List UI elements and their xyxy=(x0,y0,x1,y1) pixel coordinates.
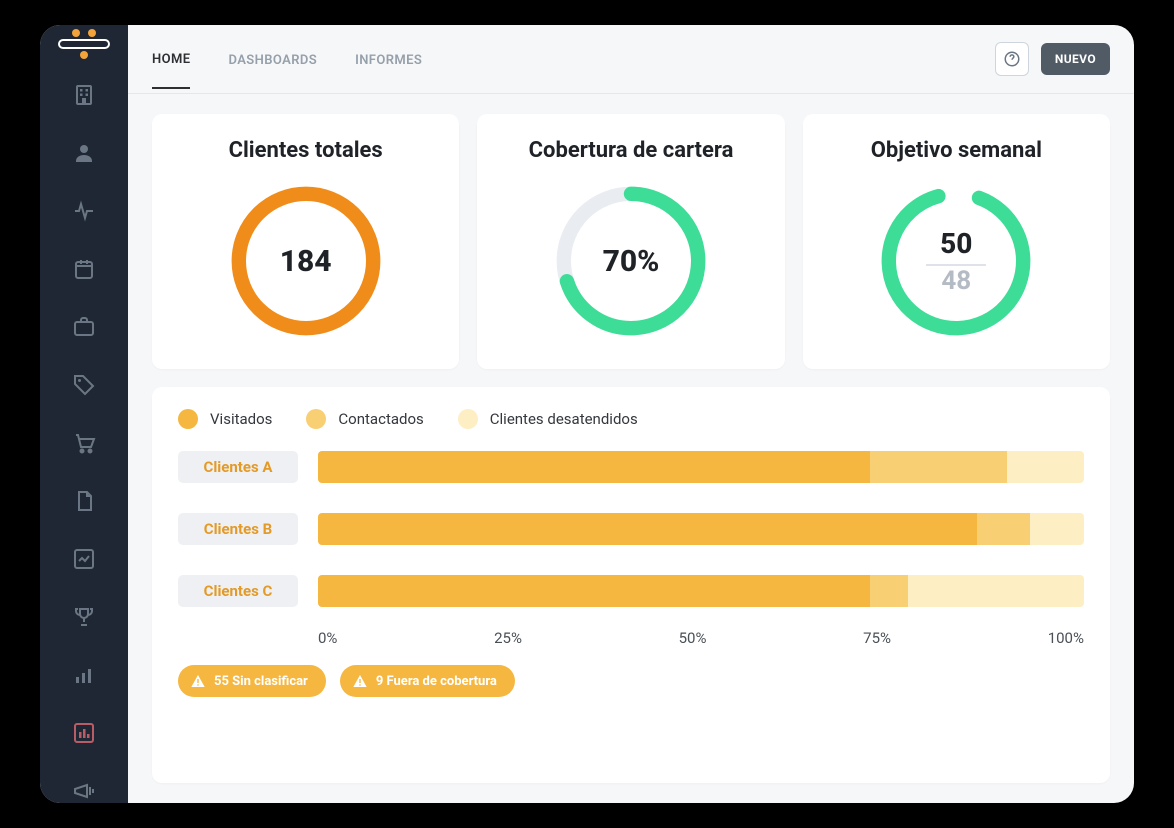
help-button[interactable] xyxy=(995,42,1029,76)
chip-label: 9 Fuera de cobertura xyxy=(376,674,497,689)
card-objetivo: Objetivo semanal 50 48 xyxy=(803,114,1110,369)
axis-tick: 0% xyxy=(318,629,337,647)
chip-sin-clasificar[interactable]: 55 Sin clasificar xyxy=(178,665,326,697)
axis-tick: 25% xyxy=(494,629,522,647)
bar-label: Clientes A xyxy=(178,451,298,483)
document-icon[interactable] xyxy=(72,489,96,513)
app-frame: HOME DASHBOARDS INFORMES NUEVO Clientes … xyxy=(40,25,1134,803)
bar-segment xyxy=(318,513,977,545)
legend-visitados: Visitados xyxy=(178,409,272,429)
cart-icon[interactable] xyxy=(72,431,96,455)
activity-icon[interactable] xyxy=(72,199,96,223)
bar-segment xyxy=(977,513,1031,545)
bar-track xyxy=(318,575,1084,607)
tag-icon[interactable] xyxy=(72,373,96,397)
bar-segment xyxy=(1007,451,1084,483)
bar-segment xyxy=(318,575,870,607)
bar-track xyxy=(318,451,1084,483)
tab-informes[interactable]: INFORMES xyxy=(355,31,422,88)
chip-fuera-cobertura[interactable]: 9 Fuera de cobertura xyxy=(340,665,515,697)
x-axis: 0% 25% 50% 75% 100% xyxy=(178,629,1084,647)
tab-home[interactable]: HOME xyxy=(152,30,190,89)
bar-row: Clientes C xyxy=(178,575,1084,607)
card-cobertura: Cobertura de cartera 70% xyxy=(477,114,784,369)
new-button[interactable]: NUEVO xyxy=(1041,43,1110,75)
topbar: HOME DASHBOARDS INFORMES NUEVO xyxy=(128,25,1134,94)
dashboard-icon[interactable] xyxy=(72,721,96,745)
bar-row: Clientes B xyxy=(178,513,1084,545)
bar-segment xyxy=(870,575,908,607)
briefcase-icon[interactable] xyxy=(72,315,96,339)
bar-segment xyxy=(908,575,1084,607)
card-value: 184 xyxy=(280,244,332,279)
trophy-icon[interactable] xyxy=(72,605,96,629)
card-title: Cobertura de cartera xyxy=(529,138,734,163)
bar-row: Clientes A xyxy=(178,451,1084,483)
axis-tick: 50% xyxy=(679,629,707,647)
kpi-cards: Clientes totales 184 Cobertura de carter… xyxy=(128,94,1134,369)
clients-chart-panel: Visitados Contactados Clientes desatendi… xyxy=(152,387,1110,783)
bar-label: Clientes B xyxy=(178,513,298,545)
chart-legend: Visitados Contactados Clientes desatendi… xyxy=(178,409,1084,429)
user-icon[interactable] xyxy=(72,141,96,165)
card-target: 48 xyxy=(941,266,971,296)
bar-label: Clientes C xyxy=(178,575,298,607)
warning-chips: 55 Sin clasificar 9 Fuera de cobertura xyxy=(178,665,1084,697)
bar-segment xyxy=(1030,513,1084,545)
bar-track xyxy=(318,513,1084,545)
tabs: HOME DASHBOARDS INFORMES xyxy=(152,30,422,89)
chip-label: 55 Sin clasificar xyxy=(214,674,308,689)
bar-segment xyxy=(318,451,870,483)
calendar-icon[interactable] xyxy=(72,257,96,281)
main-area: HOME DASHBOARDS INFORMES NUEVO Clientes … xyxy=(128,25,1134,803)
card-value: 50 xyxy=(940,227,972,260)
bar-segment xyxy=(870,451,1008,483)
legend-desatendidos: Clientes desatendidos xyxy=(458,409,638,429)
axis-tick: 75% xyxy=(863,629,891,647)
card-title: Objetivo semanal xyxy=(871,138,1042,163)
bars-icon[interactable] xyxy=(72,663,96,687)
axis-tick: 100% xyxy=(1048,629,1084,647)
bars-area: Clientes A Clientes B Clientes C xyxy=(178,451,1084,607)
tab-dashboards[interactable]: DASHBOARDS xyxy=(228,31,317,88)
card-value: 70% xyxy=(603,244,660,279)
card-title: Clientes totales xyxy=(229,138,383,163)
card-clientes-totales: Clientes totales 184 xyxy=(152,114,459,369)
company-icon[interactable] xyxy=(72,83,96,107)
app-logo[interactable] xyxy=(58,39,110,49)
legend-contactados: Contactados xyxy=(306,409,423,429)
sidebar xyxy=(40,25,128,803)
trend-icon[interactable] xyxy=(72,547,96,571)
megaphone-icon[interactable] xyxy=(72,779,96,803)
